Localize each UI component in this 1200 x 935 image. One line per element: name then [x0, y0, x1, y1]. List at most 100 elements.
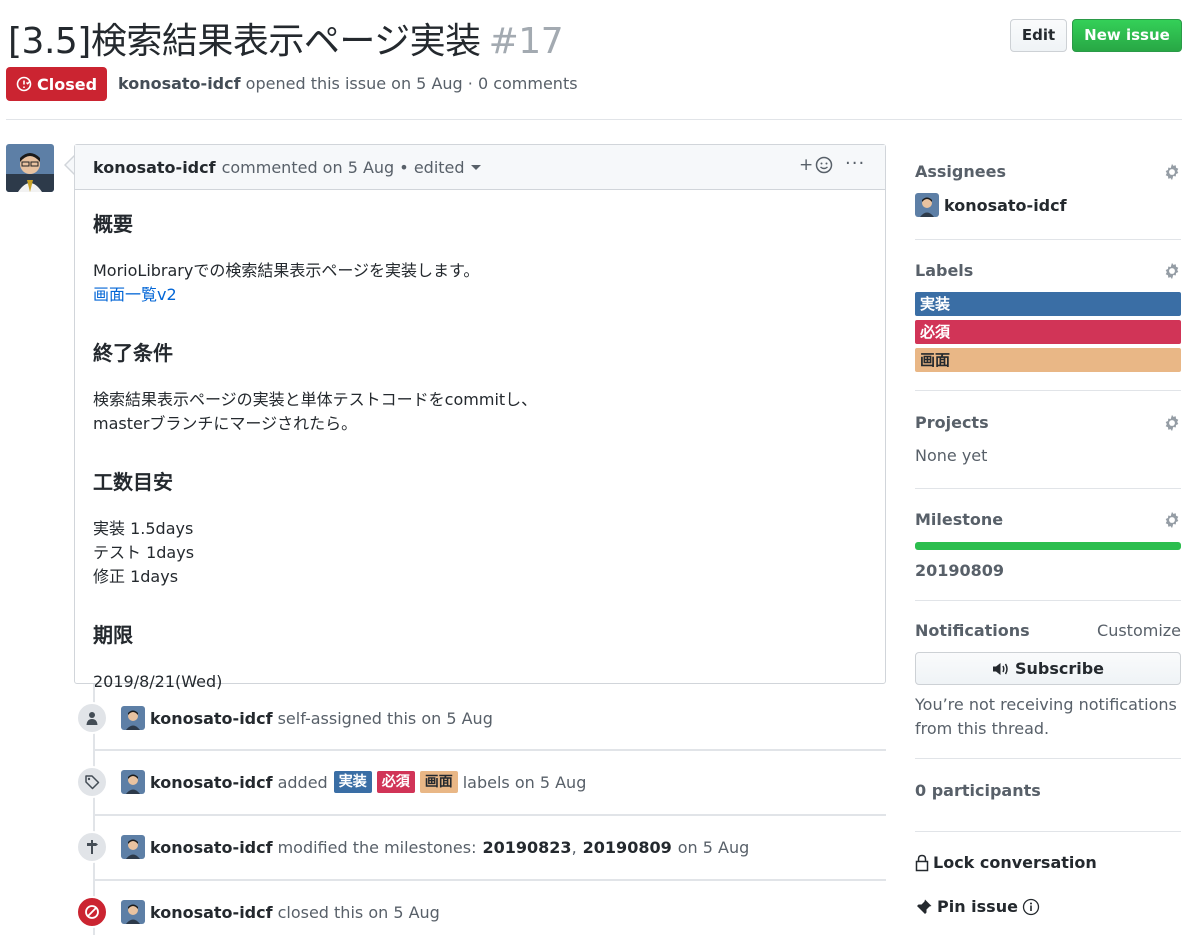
customize-link[interactable]: Customize [1097, 621, 1181, 640]
subscribe-label: Subscribe [1014, 659, 1105, 678]
timeline-text: modified the milestones: [277, 837, 477, 857]
projects-title: Projects [915, 413, 989, 432]
section-text: 実装 1.5days テスト 1days 修正 1days [93, 517, 867, 589]
section-line: 実装 1.5days [93, 519, 194, 538]
milestone-header[interactable]: Milestone [915, 510, 1181, 529]
edited-caret-icon[interactable] [470, 164, 481, 170]
section-line: 修正 1days [93, 567, 179, 586]
pin-issue-link[interactable]: Pin issue [915, 897, 1181, 916]
milestone-old[interactable]: 20190823 [483, 838, 572, 857]
sidebar-divider [915, 600, 1181, 601]
label-jissou[interactable]: 実装 [333, 771, 372, 793]
timeline-user[interactable]: konosato-idcf [150, 903, 273, 922]
lock-icon [915, 854, 929, 871]
notifications-desc-line: You’re not receiving notifications [915, 695, 1177, 714]
comment-header: konosato-idcf commented on 5 Aug • edite… [75, 145, 885, 190]
projects-header[interactable]: Projects [915, 413, 1181, 432]
section-text: MorioLibraryでの検索結果表示ページを実装します。 画面一覧v2 [93, 259, 867, 307]
more-options-button[interactable]: ··· [845, 153, 865, 174]
sidebar-label-gamen[interactable]: 画面 [915, 348, 1181, 372]
comment-box: konosato-idcf commented on 5 Aug • edite… [74, 144, 886, 691]
section-line: 検索結果表示ページの実装と単体テストコードをcommitし、 [93, 390, 538, 409]
assignee[interactable]: konosato-idcf [915, 193, 1181, 217]
screen-list-link[interactable]: 画面一覧v2 [93, 283, 867, 307]
milestone-icon [76, 831, 108, 863]
issue-author-link[interactable]: konosato-idcf [118, 74, 241, 93]
projects-section: Projects None yet [915, 413, 1181, 465]
projects-value: None yet [915, 446, 988, 465]
milestone-section: Milestone 20190809 [915, 510, 1181, 580]
subscribe-button[interactable]: Subscribe [915, 652, 1181, 685]
add-reaction-button[interactable]: + [799, 155, 833, 175]
section-line: masterブランチにマージされたら。 [93, 414, 358, 433]
timeline-text: labels on 5 Aug [462, 772, 587, 792]
user-avatar[interactable] [121, 770, 145, 794]
gear-icon[interactable] [1163, 414, 1181, 432]
section-line: MorioLibraryでの検索結果表示ページを実装します。 [93, 261, 480, 280]
sidebar-divider [915, 390, 1181, 391]
unmute-icon [992, 662, 1008, 675]
edit-button[interactable]: Edit [1010, 19, 1067, 52]
section-heading: 終了条件 [93, 341, 173, 365]
milestone-new[interactable]: 20190809 [583, 838, 672, 857]
timeline-user[interactable]: konosato-idcf [150, 773, 273, 792]
smiley-icon [816, 156, 833, 174]
pin-label: Pin issue [937, 897, 1018, 916]
notifications-section: Notifications Customize Subscribe You’re… [915, 621, 1181, 741]
labels-list: 実装 必須 画面 [915, 292, 1181, 372]
milestone-title: Milestone [915, 510, 1004, 529]
gear-icon[interactable] [1163, 262, 1181, 280]
milestone-progress-track [915, 542, 1181, 550]
timeline-divider [94, 749, 886, 751]
label-hissu[interactable]: 必須 [376, 771, 415, 793]
section-text: 検索結果表示ページの実装と単体テストコードをcommitし、 masterブラン… [93, 388, 867, 436]
assignees-section: Assignees konosato-idcf [915, 162, 1181, 217]
issue-meta-text: opened this issue on 5 Aug · 0 comments [245, 74, 578, 93]
gear-icon[interactable] [1163, 163, 1181, 181]
timeline-user[interactable]: konosato-idcf [150, 709, 273, 728]
assignees-header[interactable]: Assignees [915, 162, 1181, 181]
assignee-avatar [915, 193, 939, 217]
user-avatar[interactable] [121, 706, 145, 730]
timeline-text: closed this on 5 Aug [277, 902, 440, 922]
sidebar-label-jissou[interactable]: 実装 [915, 292, 1181, 316]
info-icon[interactable] [1022, 898, 1040, 916]
tag-icon [76, 766, 108, 798]
notifications-title: Notifications [915, 621, 1030, 640]
assignee-name: konosato-idcf [944, 195, 1067, 215]
reaction-plus: + [799, 155, 814, 175]
comment-meta[interactable]: commented on 5 Aug • edited [222, 158, 465, 177]
milestone-progress [915, 542, 1181, 550]
state-badge: Closed [6, 67, 107, 101]
section-heading: 概要 [93, 212, 133, 236]
assignees-title: Assignees [915, 162, 1006, 181]
gear-icon[interactable] [1163, 511, 1181, 529]
section-line: 2019/8/21(Wed) [93, 672, 223, 691]
sidebar-divider [915, 758, 1181, 759]
participants-section: 0 participants [915, 781, 1181, 800]
milestone-value[interactable]: 20190809 [915, 561, 1181, 580]
comment-author[interactable]: konosato-idcf [93, 158, 216, 177]
sidebar-label-hissu[interactable]: 必須 [915, 320, 1181, 344]
timeline-divider [94, 814, 886, 816]
notifications-desc: You’re not receiving notifications from … [915, 693, 1181, 741]
section-heading: 工数目安 [93, 470, 173, 494]
author-avatar[interactable] [6, 144, 54, 192]
lock-label: Lock conversation [933, 853, 1097, 872]
section-heading: 期限 [93, 623, 133, 647]
circle-slash-icon [76, 896, 108, 928]
labels-header[interactable]: Labels [915, 261, 1181, 280]
participants-count: 0 participants [915, 781, 1041, 800]
timeline-divider [94, 879, 886, 881]
timeline-user[interactable]: konosato-idcf [150, 838, 273, 857]
issue-title: [3.5]検索結果表示ページ実装 #17 [8, 12, 564, 64]
user-avatar[interactable] [121, 835, 145, 859]
new-issue-button[interactable]: New issue [1072, 19, 1182, 52]
user-avatar[interactable] [121, 900, 145, 924]
lock-conversation-link[interactable]: Lock conversation [915, 853, 1181, 872]
header-divider [6, 119, 1182, 120]
timeline-item-assigned: konosato-idcf self-assigned this on 5 Au… [76, 702, 493, 734]
label-gamen[interactable]: 画面 [419, 771, 458, 793]
issue-closed-icon [16, 76, 32, 92]
labels-title: Labels [915, 261, 974, 280]
